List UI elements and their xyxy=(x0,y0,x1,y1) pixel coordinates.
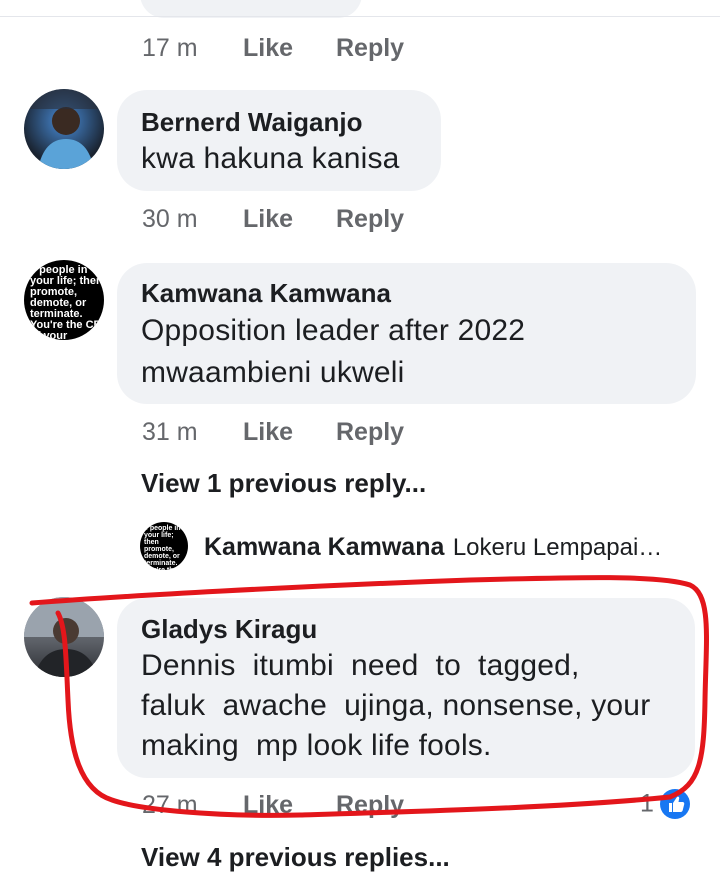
avatar[interactable] xyxy=(24,597,104,677)
like-button[interactable]: Like xyxy=(243,791,293,820)
avatar-quote-text: e people in your life; then promote, dem… xyxy=(144,525,181,570)
person-photo-icon xyxy=(24,89,104,169)
reply-button[interactable]: Reply xyxy=(336,34,404,63)
reaction-summary[interactable]: 1 xyxy=(640,789,691,823)
commenter-name[interactable]: Gladys Kiragu xyxy=(141,614,317,645)
commenter-name[interactable]: Kamwana Kamwana xyxy=(141,278,391,309)
like-button[interactable]: Like xyxy=(243,418,293,447)
thumbs-up-icon xyxy=(660,789,691,819)
reply-button[interactable]: Reply xyxy=(336,418,404,447)
nested-reply-preview[interactable]: Kamwana Kamwana Lokeru Lempapai… xyxy=(204,533,662,562)
avatar[interactable] xyxy=(24,89,104,169)
comment-time: 17 m xyxy=(142,34,198,62)
comment-text-line: Dennis itumbi need to tagged, xyxy=(141,649,580,682)
comment-text-line: faluk awache ujinga, nonsense, your xyxy=(141,689,651,722)
reply-author-name: Kamwana Kamwana xyxy=(204,533,445,561)
reply-button[interactable]: Reply xyxy=(336,791,404,820)
reply-button[interactable]: Reply xyxy=(336,205,404,234)
comment-text-line: making mp look life fools. xyxy=(141,729,492,762)
view-previous-replies-link[interactable]: View 4 previous replies... xyxy=(141,842,450,873)
commenter-name[interactable]: Bernerd Waiganjo xyxy=(141,107,363,138)
comment-text: kwa hakuna kanisa xyxy=(141,142,400,175)
view-previous-reply-link[interactable]: View 1 previous reply... xyxy=(141,468,426,499)
comment-time: 27 m xyxy=(142,791,198,819)
comment-text-line: Opposition leader after 2022 xyxy=(141,314,526,347)
avatar[interactable]: e people in your life; then promote, dem… xyxy=(24,260,104,340)
like-button[interactable]: Like xyxy=(243,34,293,63)
reaction-count: 1 xyxy=(640,789,654,818)
person-photo-icon xyxy=(24,597,104,677)
like-button[interactable]: Like xyxy=(243,205,293,234)
avatar[interactable]: e people in your life; then promote, dem… xyxy=(140,522,188,570)
comment-text-line: mwaambieni ukweli xyxy=(141,356,405,389)
reply-preview-text: Lokeru Lempapai… xyxy=(452,534,663,561)
comment-time: 31 m xyxy=(142,418,198,446)
top-separator xyxy=(0,16,720,17)
comment-time: 30 m xyxy=(142,205,198,233)
avatar-quote-text: e people in your life; then promote, dem… xyxy=(30,264,104,341)
